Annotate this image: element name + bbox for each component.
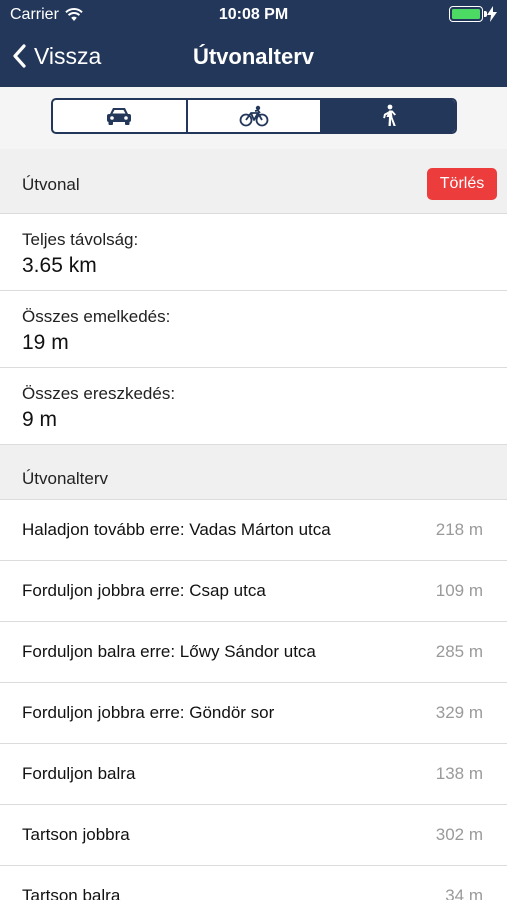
plan-section-header: Útvonalterv [0,445,507,500]
mode-option-bicycle[interactable] [188,100,323,132]
route-step[interactable]: Forduljon jobbra erre: Göndör sor 329 m [0,683,507,744]
step-instruction: Forduljon jobbra erre: Göndör sor [22,703,275,722]
step-instruction: Forduljon jobbra erre: Csap utca [22,581,266,600]
step-instruction: Tartson balra [22,886,121,900]
mode-option-car[interactable] [53,100,188,132]
navigation-bar: Carrier 10:08 PM Vissza Útvonalterv [0,0,507,87]
stat-value: 9 m [22,408,58,431]
status-time: 10:08 PM [218,6,289,23]
plan-header-label: Útvonalterv [22,469,108,488]
route-step[interactable]: Forduljon balra 138 m [0,744,507,805]
mode-selector-bar [0,87,507,149]
step-distance: 285 m [435,642,483,661]
step-distance: 218 m [435,520,483,539]
step-instruction: Forduljon balra [22,764,136,783]
step-distance: 329 m [435,703,483,722]
route-step[interactable]: Haladjon tovább erre: Vadas Márton utca … [0,500,507,561]
walking-icon [382,104,396,126]
step-distance: 302 m [435,825,483,844]
route-section-header: Útvonal Törlés [0,149,507,214]
delete-route-button[interactable]: Törlés [427,168,497,200]
status-bar: Carrier 10:08 PM [0,0,507,30]
transport-mode-segmented-control [51,98,457,134]
stat-total-descent: Összes ereszkedés: 9 m [0,368,507,445]
page-title: Útvonalterv [192,44,315,69]
route-header-label: Útvonal [22,175,80,194]
stat-value: 3.65 km [22,254,97,277]
bicycle-icon [239,105,269,127]
stat-value: 19 m [22,331,69,354]
step-distance: 138 m [435,764,483,783]
step-instruction: Haladjon tovább erre: Vadas Márton utca [22,520,331,539]
step-instruction: Forduljon balra erre: Lőwy Sándor utca [22,642,316,661]
charging-bolt-icon [487,6,497,22]
battery-icon [449,6,487,22]
stat-total-distance: Teljes távolság: 3.65 km [0,214,507,291]
route-step[interactable]: Forduljon jobbra erre: Csap utca 109 m [0,561,507,622]
stat-label: Összes ereszkedés: [22,384,176,403]
step-distance: 34 m [445,886,483,900]
route-step[interactable]: Forduljon balra erre: Lőwy Sándor utca 2… [0,622,507,683]
car-icon [107,108,132,125]
stat-total-ascent: Összes emelkedés: 19 m [0,291,507,368]
step-instruction: Tartson jobbra [22,825,130,844]
mode-option-walking[interactable] [322,100,455,132]
battery-indicator [449,6,497,22]
step-distance: 109 m [435,581,483,600]
route-step[interactable]: Tartson jobbra 302 m [0,805,507,866]
route-step[interactable]: Tartson balra 34 m [0,866,507,900]
stat-label: Összes emelkedés: [22,307,171,326]
stat-label: Teljes távolság: [22,230,139,249]
